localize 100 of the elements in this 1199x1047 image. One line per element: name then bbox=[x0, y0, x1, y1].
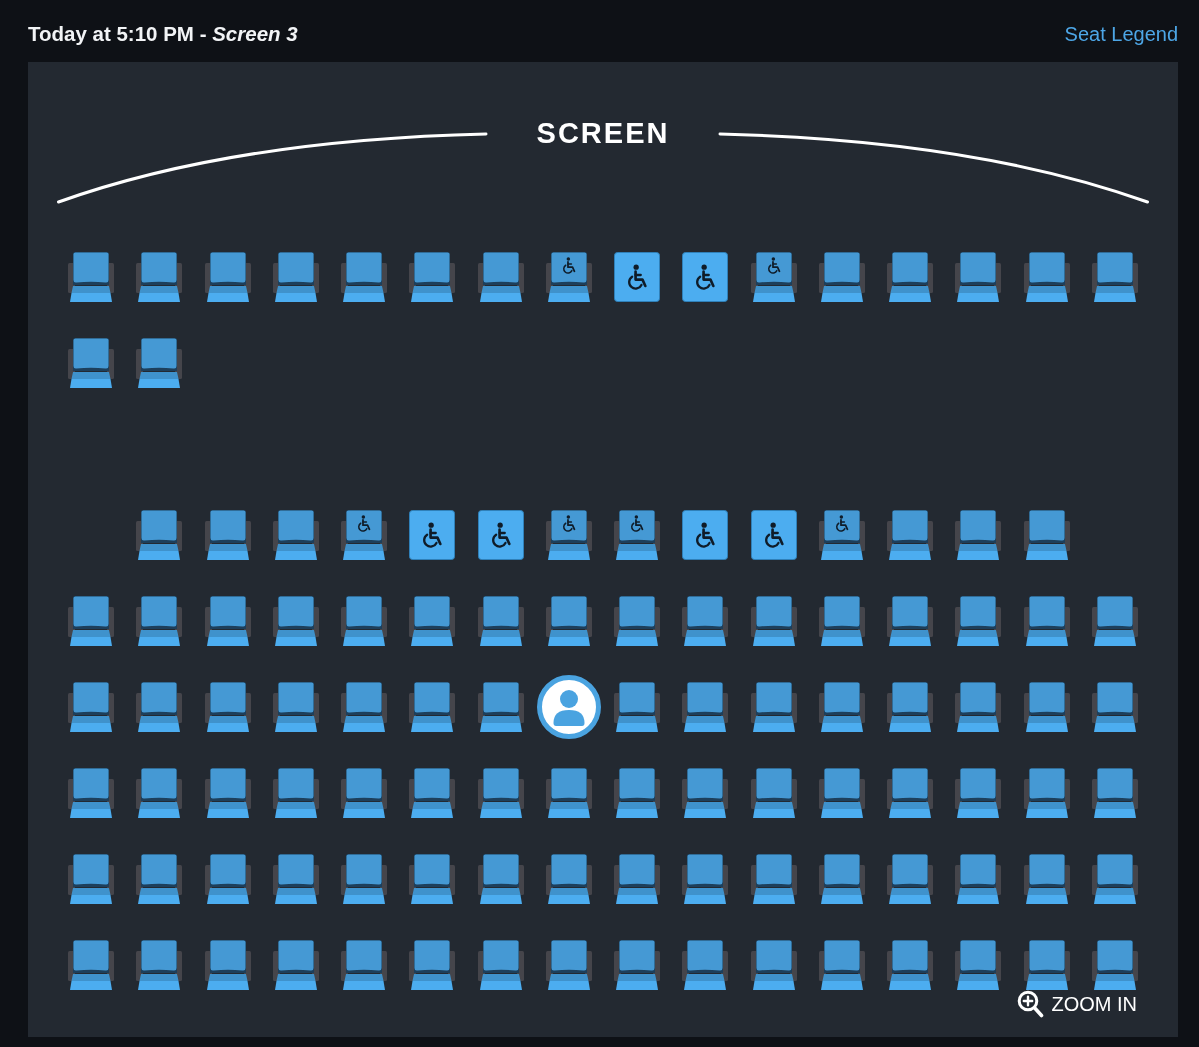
seat-icon[interactable] bbox=[955, 596, 1002, 646]
seat-icon[interactable] bbox=[1023, 596, 1070, 646]
seat-icon[interactable] bbox=[409, 252, 456, 302]
seat-icon[interactable] bbox=[136, 338, 183, 388]
seat-icon[interactable] bbox=[887, 768, 934, 818]
seat-icon[interactable] bbox=[136, 596, 183, 646]
seat-icon[interactable] bbox=[1023, 768, 1070, 818]
seat-icon[interactable] bbox=[614, 596, 661, 646]
seat-icon[interactable] bbox=[68, 252, 115, 302]
seat-icon[interactable] bbox=[614, 940, 661, 990]
seat-icon[interactable] bbox=[272, 596, 319, 646]
seat-icon[interactable] bbox=[955, 682, 1002, 732]
seat-icon[interactable] bbox=[136, 510, 183, 560]
wheelchair-space-icon[interactable] bbox=[682, 510, 729, 560]
seat-icon[interactable] bbox=[136, 940, 183, 990]
seat-icon[interactable] bbox=[341, 940, 388, 990]
zoom-in-button[interactable]: ZOOM IN bbox=[1017, 990, 1137, 1018]
seat-icon[interactable] bbox=[682, 768, 729, 818]
seat-icon[interactable] bbox=[887, 940, 934, 990]
seat-icon[interactable] bbox=[341, 768, 388, 818]
seat-icon[interactable] bbox=[955, 510, 1002, 560]
seat-icon[interactable] bbox=[955, 252, 1002, 302]
seat-icon[interactable] bbox=[614, 768, 661, 818]
seat-icon[interactable] bbox=[614, 854, 661, 904]
seat-icon[interactable] bbox=[887, 596, 934, 646]
seat-icon[interactable] bbox=[204, 940, 251, 990]
seat-icon[interactable] bbox=[409, 682, 456, 732]
seat-icon[interactable] bbox=[272, 510, 319, 560]
seat-icon[interactable] bbox=[682, 682, 729, 732]
seat-icon[interactable] bbox=[682, 596, 729, 646]
seat-icon[interactable] bbox=[1091, 940, 1138, 990]
seat-icon[interactable] bbox=[887, 510, 934, 560]
seat-icon[interactable] bbox=[1091, 768, 1138, 818]
seat-icon[interactable] bbox=[272, 854, 319, 904]
seat-icon[interactable] bbox=[204, 682, 251, 732]
seat-icon[interactable] bbox=[614, 682, 661, 732]
seat-icon[interactable] bbox=[272, 252, 319, 302]
seat-icon[interactable] bbox=[818, 768, 865, 818]
seat-icon[interactable] bbox=[68, 768, 115, 818]
seat-icon[interactable] bbox=[204, 510, 251, 560]
seat-icon[interactable] bbox=[341, 682, 388, 732]
seat-icon[interactable] bbox=[477, 940, 524, 990]
seat-icon[interactable] bbox=[1091, 596, 1138, 646]
seat-icon[interactable] bbox=[136, 854, 183, 904]
seat-icon[interactable] bbox=[750, 854, 797, 904]
seat-icon[interactable] bbox=[818, 940, 865, 990]
person-icon[interactable] bbox=[536, 675, 601, 739]
seat-icon[interactable] bbox=[818, 682, 865, 732]
seat-icon[interactable] bbox=[68, 596, 115, 646]
seat-icon[interactable] bbox=[1091, 854, 1138, 904]
seat-icon[interactable] bbox=[341, 596, 388, 646]
seat-icon[interactable] bbox=[955, 854, 1002, 904]
seat-icon[interactable] bbox=[477, 596, 524, 646]
seat-icon[interactable] bbox=[545, 940, 592, 990]
seat-icon[interactable] bbox=[887, 252, 934, 302]
seat-icon[interactable] bbox=[682, 940, 729, 990]
seat-icon[interactable] bbox=[477, 252, 524, 302]
seat-icon[interactable] bbox=[68, 338, 115, 388]
seat-icon[interactable] bbox=[818, 596, 865, 646]
wheelchair-space-icon[interactable] bbox=[477, 510, 524, 560]
seat-icon[interactable] bbox=[68, 854, 115, 904]
seat-icon[interactable] bbox=[614, 510, 661, 560]
seat-icon[interactable] bbox=[818, 854, 865, 904]
seat-icon[interactable] bbox=[1023, 682, 1070, 732]
wheelchair-space-icon[interactable] bbox=[682, 252, 729, 302]
seat-icon[interactable] bbox=[68, 940, 115, 990]
seat-icon[interactable] bbox=[136, 252, 183, 302]
seat-icon[interactable] bbox=[545, 252, 592, 302]
seat-icon[interactable] bbox=[409, 854, 456, 904]
wheelchair-space-icon[interactable] bbox=[750, 510, 797, 560]
seat-icon[interactable] bbox=[1023, 252, 1070, 302]
seat-icon[interactable] bbox=[341, 510, 388, 560]
seat-icon[interactable] bbox=[545, 854, 592, 904]
seat-icon[interactable] bbox=[887, 854, 934, 904]
seat-icon[interactable] bbox=[136, 768, 183, 818]
seat-icon[interactable] bbox=[272, 940, 319, 990]
wheelchair-space-icon[interactable] bbox=[614, 252, 661, 302]
seat-icon[interactable] bbox=[1023, 940, 1070, 990]
seat-icon[interactable] bbox=[545, 510, 592, 560]
seat-icon[interactable] bbox=[477, 682, 524, 732]
seat-icon[interactable] bbox=[272, 768, 319, 818]
seat-icon[interactable] bbox=[1091, 252, 1138, 302]
seat-icon[interactable] bbox=[750, 940, 797, 990]
seat-icon[interactable] bbox=[409, 596, 456, 646]
seat-icon[interactable] bbox=[818, 510, 865, 560]
seat-icon[interactable] bbox=[682, 854, 729, 904]
seat-icon[interactable] bbox=[204, 854, 251, 904]
seat-icon[interactable] bbox=[887, 682, 934, 732]
seat-icon[interactable] bbox=[955, 768, 1002, 818]
seat-icon[interactable] bbox=[1023, 510, 1070, 560]
seat-icon[interactable] bbox=[204, 768, 251, 818]
seat-icon[interactable] bbox=[409, 768, 456, 818]
seat-icon[interactable] bbox=[341, 252, 388, 302]
seat-icon[interactable] bbox=[136, 682, 183, 732]
seat-icon[interactable] bbox=[341, 854, 388, 904]
seat-icon[interactable] bbox=[750, 252, 797, 302]
seat-icon[interactable] bbox=[409, 940, 456, 990]
seat-icon[interactable] bbox=[1091, 682, 1138, 732]
seat-legend-link[interactable]: Seat Legend bbox=[1064, 22, 1178, 46]
seat-icon[interactable] bbox=[818, 252, 865, 302]
